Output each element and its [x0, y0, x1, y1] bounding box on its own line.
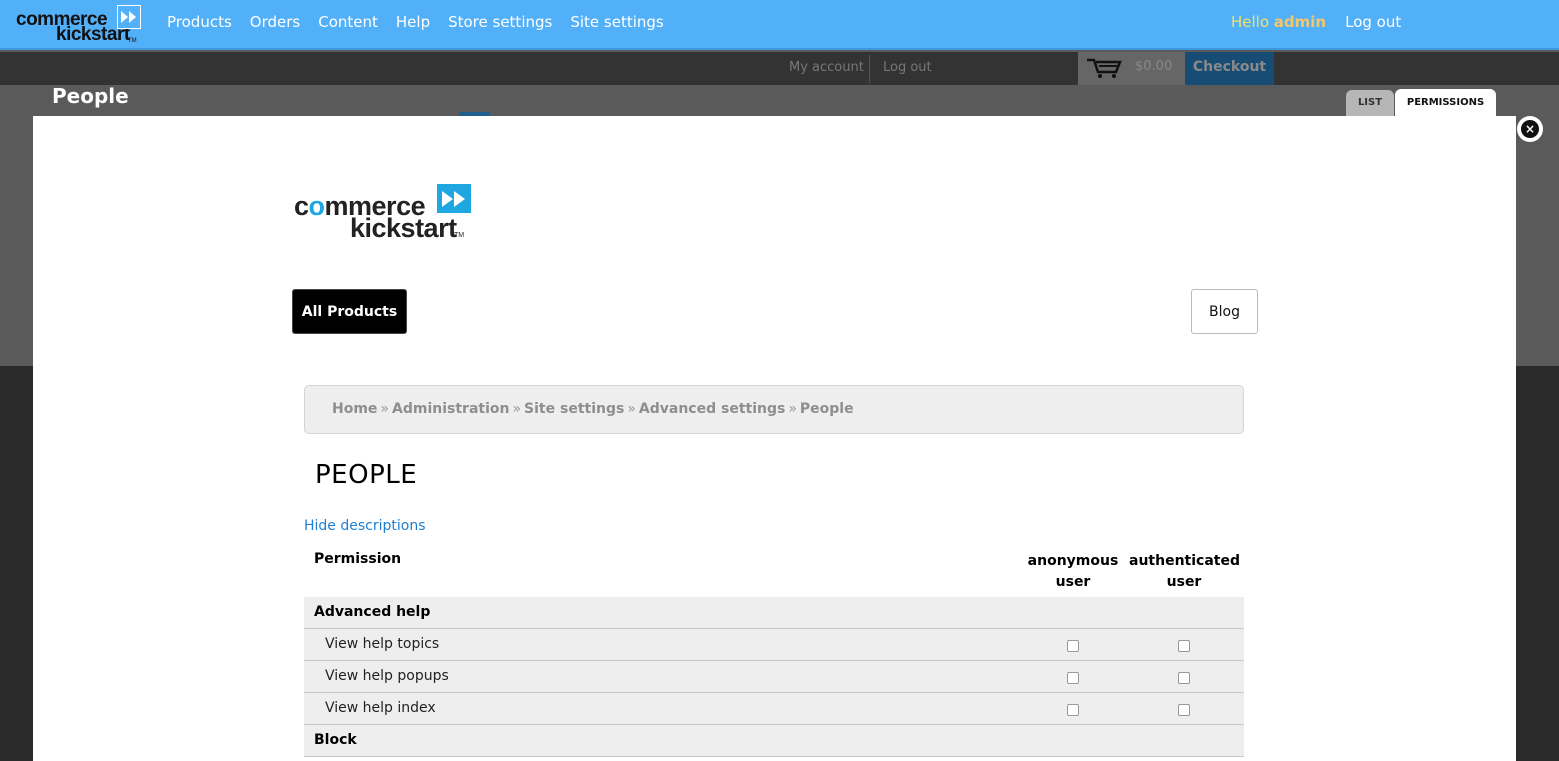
breadcrumb-administration[interactable]: Administration [392, 401, 509, 417]
col-permission: Permission [314, 551, 402, 567]
admin-nav: Products Orders Content Help Store setti… [158, 13, 673, 31]
fast-forward-icon [117, 5, 141, 29]
logo-o: o [308, 191, 326, 221]
col-authenticated-line2: user [1166, 574, 1202, 590]
page-heading: PEOPLE [315, 460, 418, 490]
permission-label: View help topics [325, 636, 440, 652]
logo-tm: TM [454, 232, 465, 239]
table-row-group: Block [304, 725, 1244, 757]
admin-user-area: Hello admin Log out [1231, 13, 1401, 31]
table-row: View help topics [304, 629, 1244, 661]
authenticated-checkbox[interactable] [1178, 640, 1190, 652]
checkout-button: Checkout [1185, 52, 1274, 85]
overlay-panel: commerce kickstart TM All Products Blog … [33, 116, 1516, 761]
fast-forward-icon [437, 184, 471, 213]
admin-logo-tm: TM [128, 38, 137, 44]
breadcrumb-separator: » [788, 401, 797, 417]
table-row-group: Advanced help [304, 597, 1244, 629]
close-overlay-button[interactable]: × [1517, 116, 1543, 142]
hello-prefix: Hello [1231, 13, 1274, 31]
breadcrumb-site-settings[interactable]: Site settings [524, 401, 624, 417]
group-label: Advanced help [314, 604, 431, 620]
logo-c: c [294, 191, 309, 221]
cart-total: $0.00 [1135, 59, 1173, 74]
site-logout-link: Log out [883, 60, 932, 75]
breadcrumb-home[interactable]: Home [332, 401, 377, 417]
logo-kickstart: kickstart [350, 213, 457, 243]
admin-nav-site-settings[interactable]: Site settings [570, 13, 663, 31]
admin-nav-store-settings[interactable]: Store settings [448, 13, 552, 31]
cart-icon [1086, 57, 1122, 83]
cart-box: $0.00 [1078, 52, 1185, 85]
admin-logo[interactable]: commerce kickstart TM [16, 4, 146, 46]
all-products-button[interactable]: All Products [292, 289, 407, 334]
col-anonymous-line1: anonymous [1027, 553, 1119, 569]
blog-button[interactable]: Blog [1191, 289, 1258, 334]
hello-username[interactable]: admin [1274, 13, 1326, 31]
col-anonymous-user: anonymous user [1018, 551, 1128, 593]
breadcrumb-separator: » [512, 401, 522, 417]
hide-descriptions-link[interactable]: Hide descriptions [304, 518, 426, 534]
admin-toolbar: commerce kickstart TM Products Orders Co… [0, 0, 1559, 50]
admin-nav-content[interactable]: Content [318, 13, 378, 31]
table-row: View help index [304, 693, 1244, 725]
hello-greeting: Hello admin [1231, 13, 1326, 31]
admin-nav-help[interactable]: Help [396, 13, 430, 31]
anonymous-checkbox[interactable] [1067, 704, 1079, 716]
anonymous-checkbox[interactable] [1067, 672, 1079, 684]
anonymous-checkbox[interactable] [1067, 640, 1079, 652]
tab-permissions[interactable]: PERMISSIONS [1395, 89, 1496, 116]
admin-logout-link[interactable]: Log out [1345, 13, 1401, 31]
group-label: Block [314, 732, 357, 748]
my-account-link: My account [789, 60, 864, 75]
close-icon: × [1521, 120, 1539, 138]
breadcrumb-advanced-settings[interactable]: Advanced settings [639, 401, 785, 417]
admin-nav-orders[interactable]: Orders [250, 13, 300, 31]
authenticated-checkbox[interactable] [1178, 704, 1190, 716]
table-row: View help popups [304, 661, 1244, 693]
site-logo[interactable]: commerce kickstart TM [294, 183, 474, 243]
breadcrumb: Home» Administration» Site settings» Advanc… [304, 385, 1244, 434]
permission-label: View help popups [325, 668, 449, 684]
col-authenticated-user: authenticated user [1129, 551, 1240, 593]
site-divider [869, 55, 870, 83]
authenticated-checkbox[interactable] [1178, 672, 1190, 684]
table-header: Permission anonymous user authenticated us… [304, 541, 1244, 597]
site-header [0, 52, 1559, 85]
admin-nav-products[interactable]: Products [167, 13, 232, 31]
permission-label: View help index [325, 700, 436, 716]
breadcrumb-separator: » [627, 401, 636, 417]
breadcrumb-separator: » [380, 401, 389, 417]
col-anonymous-line2: user [1055, 574, 1091, 590]
tab-list[interactable]: LIST [1346, 90, 1394, 116]
breadcrumb-people: People [799, 401, 854, 417]
col-authenticated-line1: authenticated [1129, 553, 1240, 569]
permissions-table: Permission anonymous user authenticated us… [304, 541, 1244, 757]
page-title-background: People [52, 84, 129, 108]
